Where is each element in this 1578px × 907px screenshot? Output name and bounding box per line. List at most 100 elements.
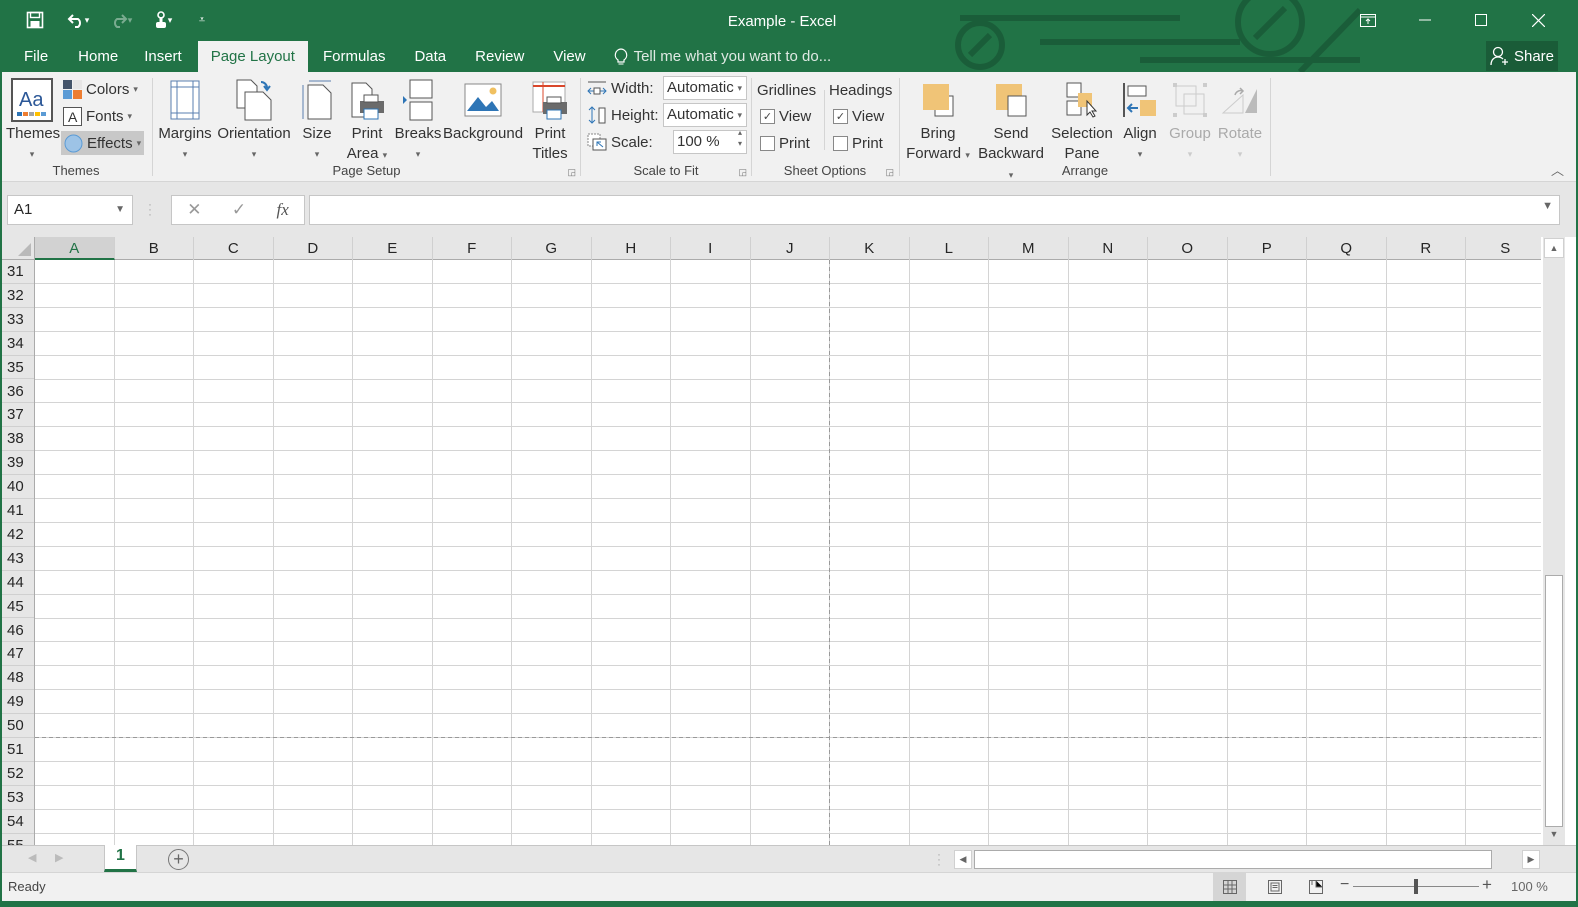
page-break-preview-button[interactable] (1299, 873, 1332, 901)
vertical-scrollbar[interactable]: ▲ ▼ (1543, 237, 1565, 845)
column-header-l[interactable]: L (910, 237, 989, 260)
ribbon-display-options-button[interactable] (1345, 6, 1391, 34)
horizontal-scrollbar[interactable]: ◀ ▶ (954, 850, 1542, 869)
row-header-42[interactable]: 42 (0, 523, 34, 547)
orientation-button[interactable]: Orientation ▾ (214, 76, 294, 164)
scale-spinner[interactable]: 100 % ▴ ▾ (673, 128, 747, 154)
column-header-a[interactable]: A (35, 237, 115, 260)
scroll-right-button[interactable]: ▶ (1522, 850, 1540, 869)
row-header-54[interactable]: 54 (0, 810, 34, 834)
zoom-in-button[interactable]: + (1482, 875, 1492, 895)
row-header-32[interactable]: 32 (0, 284, 34, 308)
row-header-46[interactable]: 46 (0, 619, 34, 643)
headings-view-checkbox[interactable]: ✓ View (833, 104, 884, 128)
row-header-44[interactable]: 44 (0, 571, 34, 595)
column-header-b[interactable]: B (115, 237, 194, 260)
row-header-53[interactable]: 53 (0, 786, 34, 810)
gridlines-print-checkbox[interactable]: Print (760, 131, 810, 155)
column-header-d[interactable]: D (274, 237, 353, 260)
breaks-button[interactable]: Breaks ▾ (393, 76, 443, 164)
row-header-38[interactable]: 38 (0, 427, 34, 452)
row-header-49[interactable]: 49 (0, 690, 34, 715)
tell-me-search[interactable]: Tell me what you want to do... (600, 41, 831, 72)
close-button[interactable] (1515, 6, 1561, 34)
row-header-55[interactable]: 55 (0, 834, 34, 845)
name-box-dropdown-icon[interactable]: ▼ (115, 196, 125, 224)
column-header-c[interactable]: C (194, 237, 274, 260)
column-header-g[interactable]: G (512, 237, 592, 260)
row-header-50[interactable]: 50 (0, 714, 34, 738)
print-titles-button[interactable]: Print Titles (525, 76, 575, 164)
effects-button[interactable]: Effects ▾ (61, 131, 145, 155)
formula-input[interactable]: ▼ (309, 195, 1560, 225)
share-button[interactable]: Share (1486, 41, 1558, 71)
tab-review[interactable]: Review (462, 41, 540, 72)
column-header-j[interactable]: J (751, 237, 830, 260)
align-button[interactable]: Align ▾ (1116, 76, 1164, 164)
column-header-n[interactable]: N (1069, 237, 1148, 260)
column-header-s[interactable]: S (1466, 237, 1546, 260)
scroll-left-button[interactable]: ◀ (954, 850, 972, 869)
row-header-35[interactable]: 35 (0, 356, 34, 380)
vertical-scroll-thumb[interactable] (1545, 575, 1563, 827)
themes-button[interactable]: Aa Themes ▾ (6, 76, 60, 164)
scroll-up-button[interactable]: ▲ (1544, 238, 1564, 258)
row-header-31[interactable]: 31 (0, 260, 34, 284)
column-header-i[interactable]: I (671, 237, 751, 260)
collapse-ribbon-button[interactable]: ︿ (1551, 160, 1564, 179)
fonts-button[interactable]: A Fonts ▾ (63, 104, 132, 128)
name-box[interactable]: A1 ▼ (7, 195, 133, 225)
cell-grid[interactable] (35, 260, 1541, 845)
column-header-f[interactable]: F (433, 237, 512, 260)
tab-file[interactable]: File (0, 41, 62, 72)
tab-insert[interactable]: Insert (134, 41, 198, 72)
scroll-down-button[interactable]: ▼ (1544, 825, 1564, 843)
cancel-icon[interactable]: ✕ (187, 200, 201, 220)
selection-pane-button[interactable]: Selection Pane (1050, 76, 1114, 164)
row-header-43[interactable]: 43 (0, 547, 34, 571)
maximize-button[interactable] (1458, 6, 1504, 34)
row-header-39[interactable]: 39 (0, 451, 34, 476)
tab-data[interactable]: Data (399, 41, 462, 72)
horizontal-scroll-thumb[interactable] (974, 850, 1492, 869)
zoom-slider-thumb[interactable] (1414, 879, 1418, 894)
next-sheet-icon[interactable]: ▶ (55, 851, 63, 864)
column-header-o[interactable]: O (1148, 237, 1228, 260)
zoom-percentage[interactable]: 100 % (1511, 879, 1548, 894)
insert-function-icon[interactable]: fx (277, 200, 289, 220)
formula-bar-resize-handle[interactable]: · · · (148, 198, 152, 220)
row-header-34[interactable]: 34 (0, 332, 34, 356)
row-header-45[interactable]: 45 (0, 595, 34, 619)
scale-to-fit-dialog-launcher[interactable]: ◲ (738, 167, 747, 178)
tab-page-layout[interactable]: Page Layout (197, 41, 308, 72)
column-header-p[interactable]: P (1228, 237, 1307, 260)
column-header-q[interactable]: Q (1307, 237, 1387, 260)
expand-formula-bar-icon[interactable]: ▼ (1542, 200, 1553, 212)
bring-forward-button[interactable]: Bring Forward ▾ (903, 76, 973, 165)
size-button[interactable]: Size ▾ (298, 76, 336, 164)
tab-formulas[interactable]: Formulas (308, 41, 400, 72)
page-setup-dialog-launcher[interactable]: ◲ (567, 167, 576, 178)
row-header-37[interactable]: 37 (0, 403, 34, 428)
tab-view[interactable]: View (540, 41, 599, 72)
column-header-e[interactable]: E (353, 237, 433, 260)
normal-view-button[interactable] (1213, 873, 1246, 901)
page-layout-view-button[interactable] (1258, 873, 1291, 901)
colors-button[interactable]: Colors ▾ (63, 77, 138, 101)
row-header-47[interactable]: 47 (0, 642, 34, 667)
row-header-51[interactable]: 51 (0, 738, 34, 762)
print-area-button[interactable]: Print Area ▾ (343, 76, 391, 165)
gridlines-view-checkbox[interactable]: ✓ View (760, 104, 811, 128)
sheet-tab-1[interactable]: 1 (104, 845, 137, 872)
row-header-52[interactable]: 52 (0, 762, 34, 786)
tab-split-handle[interactable]: · · · (937, 848, 941, 870)
row-header-40[interactable]: 40 (0, 475, 34, 499)
column-header-m[interactable]: M (989, 237, 1069, 260)
sheet-options-dialog-launcher[interactable]: ◲ (885, 167, 894, 178)
row-header-48[interactable]: 48 (0, 666, 34, 691)
minimize-button[interactable] (1402, 6, 1448, 34)
zoom-out-button[interactable]: − (1340, 876, 1349, 894)
row-header-41[interactable]: 41 (0, 499, 34, 523)
column-header-h[interactable]: H (592, 237, 671, 260)
select-all-button[interactable] (0, 237, 35, 260)
